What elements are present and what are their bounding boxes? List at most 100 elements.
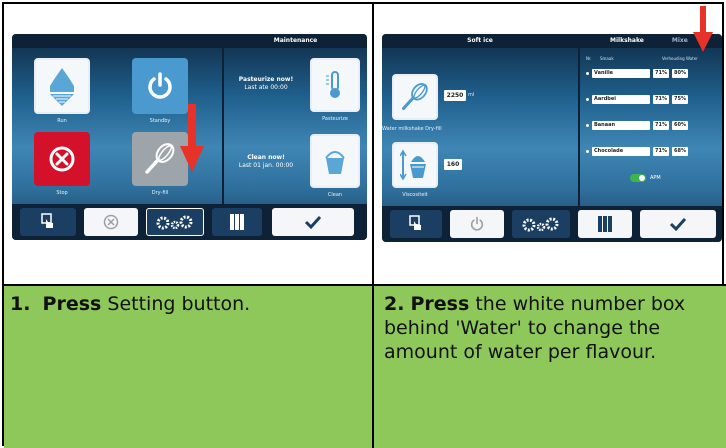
menu-button[interactable]: [578, 210, 632, 238]
col-water: Water: [686, 56, 698, 61]
flavour-name: Banaan: [592, 120, 650, 130]
step1-caption-cell: 1. Press Setting button.: [4, 286, 374, 448]
flavour-row[interactable]: Aardbei 71% 75%: [586, 94, 688, 104]
ratio-box[interactable]: 71%: [653, 146, 669, 156]
standby-button[interactable]: [450, 210, 504, 238]
water-unit: ml: [468, 92, 475, 98]
pasteurize-message: Pasteurize now!: [238, 76, 294, 83]
flavour-row[interactable]: Chocolade 71% 68%: [586, 146, 688, 156]
power-icon: [148, 72, 172, 99]
menu-button[interactable]: [212, 208, 262, 236]
operator-button[interactable]: [20, 208, 76, 236]
pasteurize-tile[interactable]: [310, 58, 360, 112]
flavour-row[interactable]: Banaan 71% 60%: [586, 120, 688, 130]
flavour-name: Chocolade: [592, 146, 650, 156]
step1-action: Press: [42, 293, 102, 315]
divider: [222, 34, 224, 204]
operator-button[interactable]: [390, 210, 442, 238]
confirm-button[interactable]: [272, 208, 354, 236]
ratio-box[interactable]: 71%: [653, 120, 669, 130]
bottom-toolbar: [12, 204, 367, 240]
settings-button[interactable]: [512, 210, 570, 238]
grid-icon: [230, 214, 244, 230]
stop-tile[interactable]: [34, 132, 90, 186]
soft-ice-title: Soft ice: [382, 34, 578, 48]
soft-ice-icon: [50, 68, 74, 106]
gears-icon: [156, 215, 193, 230]
step2-action: Press: [410, 293, 470, 315]
thermometer-icon: [326, 71, 340, 98]
step2-caption-cell: 2. Press the white number box behind 'Wa…: [374, 286, 726, 448]
run-label: Run: [57, 118, 67, 124]
step2-caption: 2. Press the white number box behind 'Wa…: [384, 292, 718, 364]
flavour-row[interactable]: Vanille 71% 80%: [586, 68, 688, 78]
stop-label: Stop: [56, 190, 68, 196]
clean-detail: Last 01 jan. 00:00: [238, 162, 294, 169]
col-nr: Nr.: [586, 56, 592, 61]
bucket-icon: [325, 151, 345, 174]
water-box[interactable]: 80%: [672, 68, 688, 78]
hand-touch-icon: [41, 213, 53, 228]
run-tile[interactable]: [34, 58, 90, 114]
viscosity-label: Viscositeit: [402, 192, 428, 198]
red-arrow-icon: [693, 6, 713, 52]
power-icon: [470, 216, 484, 231]
water-label: Water milkshake Dry-fill: [382, 126, 442, 132]
row-bullet: [586, 97, 589, 101]
viscosity-value-box[interactable]: 160: [444, 159, 462, 170]
water-value-box[interactable]: 2250: [444, 90, 466, 101]
mixer-title-text: Mixe: [671, 37, 688, 44]
col-flavour: Smaak: [600, 56, 614, 61]
pasteurize-detail: Last ate 00:00: [244, 84, 288, 91]
step1-image-cell: Maintenance Run Standby Stop Dry-fill Pa…: [4, 4, 374, 286]
step1-number: 1.: [10, 293, 31, 315]
whisk-icon: [145, 143, 175, 174]
apm-toggle[interactable]: [630, 174, 646, 182]
flavour-name: Vanille: [592, 68, 650, 78]
row-bullet: [586, 149, 589, 153]
grid-icon: [598, 216, 612, 232]
clean-tile[interactable]: [310, 134, 360, 188]
whisk-icon: [401, 82, 428, 111]
left-header: [12, 34, 222, 48]
water-tile[interactable]: [392, 74, 438, 120]
ratio-box[interactable]: 71%: [653, 94, 669, 104]
hand-touch-icon: [409, 215, 421, 230]
milkshake-screen: Soft ice Milkshake Mixe 2250 ml Water mil…: [382, 34, 722, 242]
water-box[interactable]: 75%: [672, 94, 688, 104]
maintenance-title: Maintenance: [224, 34, 367, 48]
bottom-toolbar: [382, 206, 722, 242]
step1-text: Setting button.: [107, 293, 251, 315]
stop-icon: [49, 146, 75, 172]
ratio-box[interactable]: 71%: [653, 68, 669, 78]
ice-cream-cup-icon: [400, 149, 426, 181]
col-ratio: Verhouding: [662, 56, 685, 61]
instruction-table: Maintenance Run Standby Stop Dry-fill Pa…: [2, 2, 726, 448]
checkmark-icon: [669, 217, 687, 232]
apm-label: APM: [650, 175, 661, 181]
step2-image-cell: Soft ice Milkshake Mixe 2250 ml Water mil…: [374, 4, 726, 286]
cancel-button[interactable]: [84, 208, 138, 236]
row-bullet: [586, 123, 589, 127]
dry-fill-label: Dry-fill: [151, 190, 169, 196]
milkshake-title-text: Milkshake: [610, 37, 644, 44]
viscosity-tile[interactable]: [392, 142, 438, 188]
divider: [578, 34, 580, 206]
clean-message: Clean now!: [247, 154, 285, 161]
toggle-knob: [639, 175, 645, 181]
step1-caption: 1. Press Setting button.: [10, 292, 364, 316]
flavour-name: Aardbei: [592, 94, 650, 104]
checkmark-icon: [304, 215, 322, 230]
step2-number: 2.: [384, 293, 405, 315]
water-box[interactable]: 60%: [672, 120, 688, 130]
cancel-icon: [103, 214, 119, 230]
clean-label: Clean: [327, 192, 343, 198]
red-arrow-icon: [180, 104, 204, 172]
pasteurize-label: Pasteurize: [322, 116, 348, 122]
water-box[interactable]: 68%: [672, 146, 688, 156]
gears-icon: [522, 217, 559, 232]
confirm-button[interactable]: [640, 210, 716, 238]
row-bullet: [586, 71, 589, 75]
settings-button[interactable]: [146, 208, 204, 236]
flavour-table: Nr. Smaak Verhouding Water Vanille 71% 80%…: [582, 56, 722, 206]
